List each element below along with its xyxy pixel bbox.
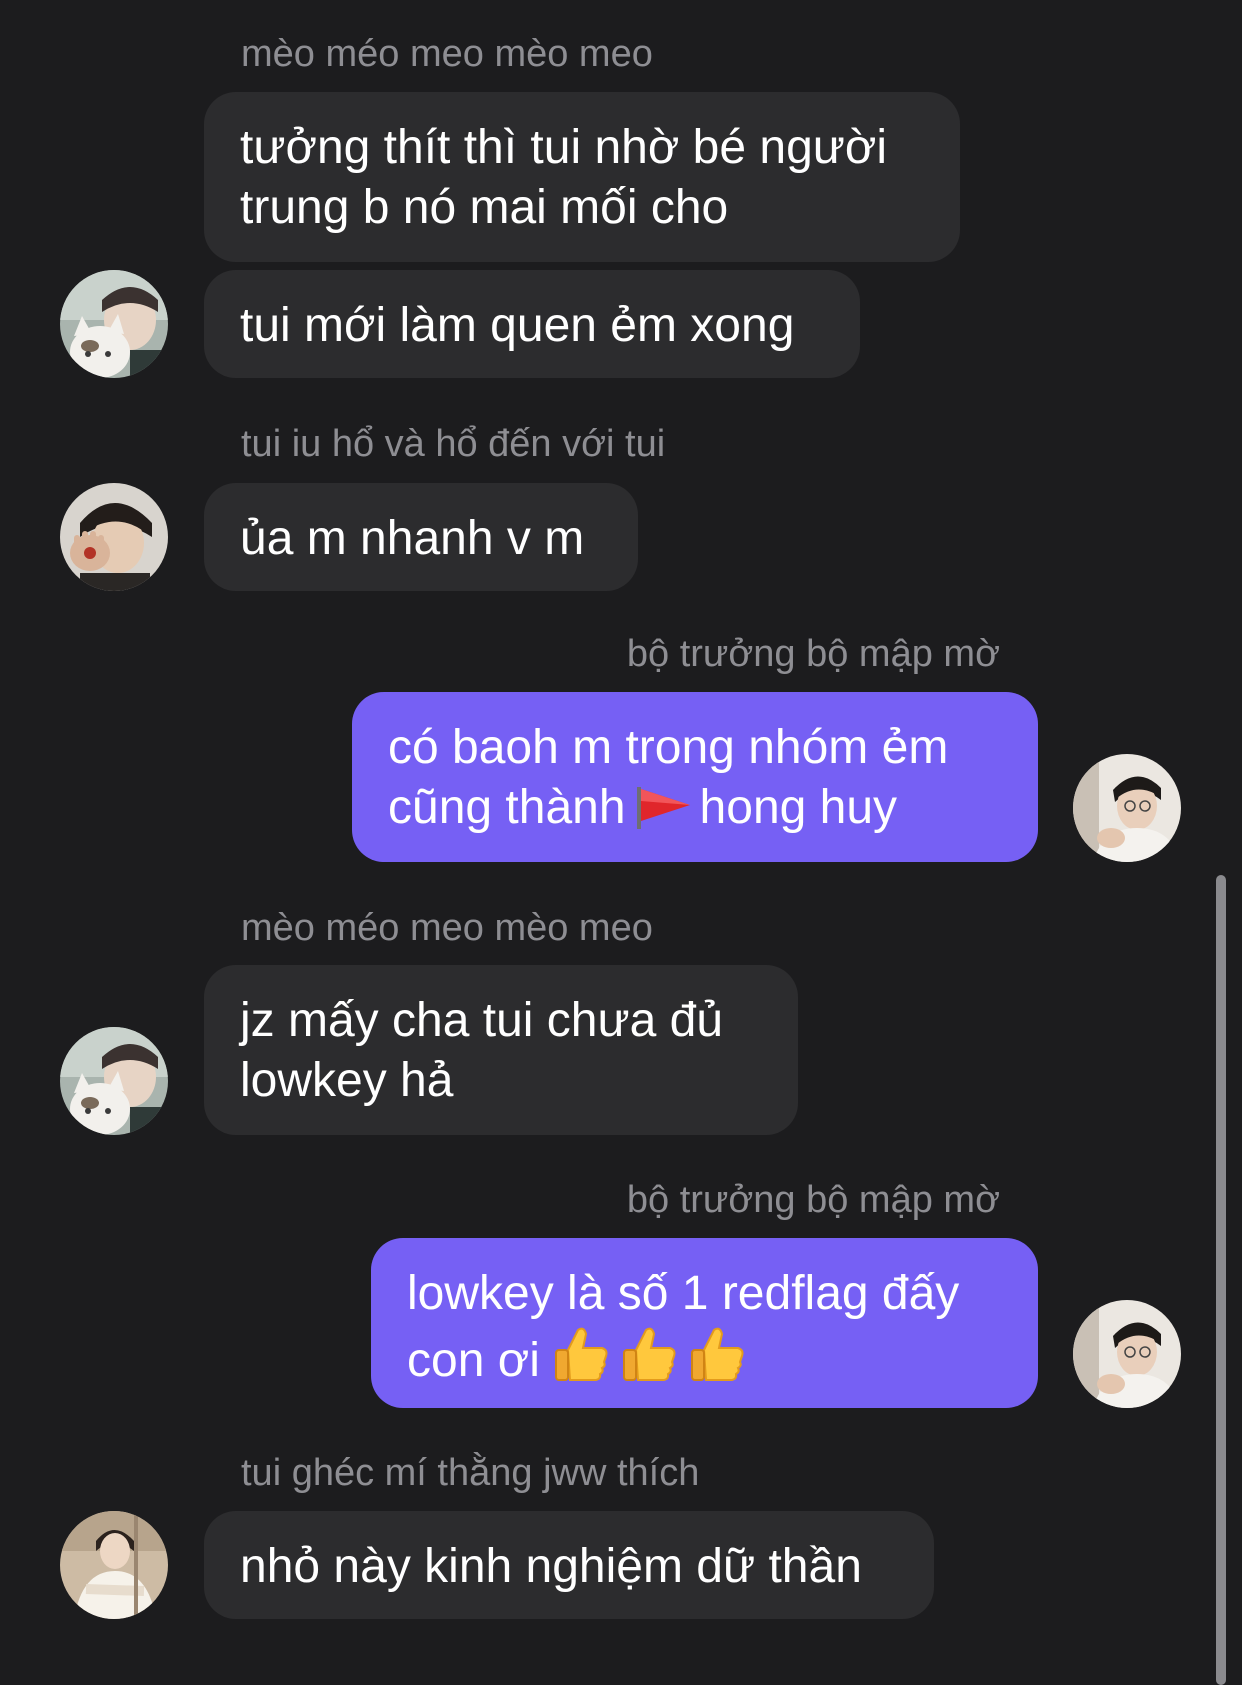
message-bubble-outgoing[interactable]: lowkey là số 1 redflag đấy con ơi [371, 1238, 1038, 1408]
message-text: ủa m nhanh v m [240, 512, 585, 565]
avatar-ghec[interactable] [60, 1511, 168, 1619]
message-text: jz mấy cha tui chưa đủ lowkey hả [240, 994, 724, 1107]
scrollbar[interactable] [1216, 875, 1226, 1685]
message-bubble[interactable]: tưởng thít thì tui nhờ bé người trung b … [204, 92, 960, 262]
sender-name-meo: mèo méo meo mèo meo [241, 907, 653, 949]
sender-name-self: bộ trưởng bộ mập mờ [626, 1179, 1000, 1221]
avatar-ho[interactable] [60, 483, 168, 591]
avatar-self[interactable] [1073, 754, 1181, 862]
message-text: hong huy [699, 781, 898, 834]
message-bubble[interactable]: tui mới làm quen ẻm xong [204, 270, 860, 378]
message-bubble-outgoing[interactable]: có baoh m trong nhóm ẻm cũng thành hong h… [352, 692, 1038, 862]
thumbs-up-icon [622, 1327, 676, 1381]
message-bubble[interactable]: ủa m nhanh v m [204, 483, 638, 591]
message-text: tưởng thít thì tui nhờ bé người trung b … [240, 121, 888, 234]
message-text: tui mới làm quen ẻm xong [240, 299, 795, 352]
message-bubble[interactable]: jz mấy cha tui chưa đủ lowkey hả [204, 965, 798, 1135]
avatar-meo[interactable] [60, 1027, 168, 1135]
message-text: nhỏ này kinh nghiệm dữ thần [240, 1540, 862, 1593]
thumbs-up-emoji-group [550, 1324, 754, 1401]
thumbs-up-icon [554, 1327, 608, 1381]
red-flag-icon [634, 784, 692, 844]
sender-name-self: bộ trưởng bộ mập mờ [626, 633, 1000, 675]
message-bubble[interactable]: nhỏ này kinh nghiệm dữ thần [204, 1511, 934, 1619]
sender-name-ghec: tui ghéc mí thằng jww thích [241, 1452, 700, 1494]
thumbs-up-icon [690, 1327, 744, 1381]
avatar-meo[interactable] [60, 270, 168, 378]
avatar-self[interactable] [1073, 1300, 1181, 1408]
sender-name-ho: tui iu hổ và hổ đến với tui [241, 423, 666, 465]
sender-name-meo: mèo méo meo mèo meo [241, 33, 653, 75]
